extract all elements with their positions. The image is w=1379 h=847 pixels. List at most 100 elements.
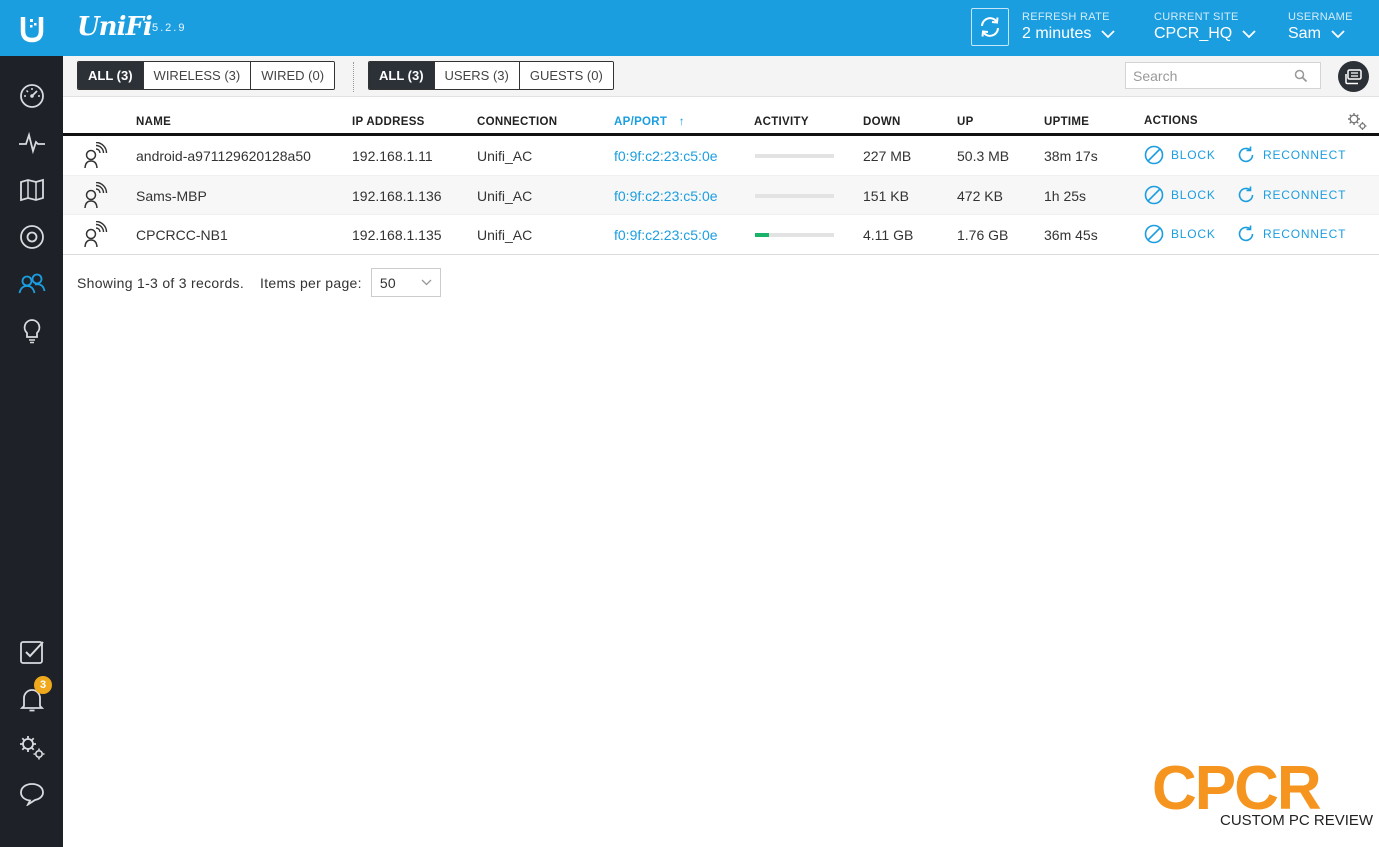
reconnect-button[interactable]: RECONNECT [1236,185,1346,205]
search-icon[interactable] [1294,69,1308,83]
refresh-button[interactable] [971,8,1009,46]
filter-wireless[interactable]: WIRELESS (3) [143,62,252,89]
stack-icon [1344,68,1362,84]
reconnect-button[interactable]: RECONNECT [1236,145,1346,165]
refresh-rate-label: REFRESH RATE [1022,11,1110,23]
toggle-panel-button[interactable] [1338,61,1369,92]
column-uptime[interactable]: UPTIME [1044,116,1089,128]
column-name[interactable]: NAME [136,116,171,128]
sidebar-item-statistics[interactable] [16,127,48,159]
filter-wired[interactable]: WIRED (0) [251,62,335,89]
filter-all-users[interactable]: ALL (3) [369,62,435,89]
client-up: 1.76 GB [957,227,1009,243]
column-ap-port-label: AP/PORT [614,116,668,128]
filter-users[interactable]: USERS (3) [434,62,520,89]
column-actions: ACTIONS [1144,115,1198,127]
column-ap-port[interactable]: AP/PORT ↑ [614,116,685,128]
current-site-field[interactable]: CURRENT SITE CPCR_HQ [1154,11,1256,43]
table-header: NAME IP ADDRESS CONNECTION AP/PORT ↑ ACT… [63,97,1379,136]
table-row[interactable]: Sams-MBP 192.168.1.136 Unifi_AC f0:9f:c2… [63,175,1379,215]
sidebar-item-events[interactable] [16,636,48,668]
block-icon [1144,224,1164,244]
column-connection[interactable]: CONNECTION [477,116,557,128]
client-down: 151 KB [863,187,909,204]
current-site-label: CURRENT SITE [1154,11,1239,23]
client-connection: Unifi_AC [477,148,533,164]
records-summary: Showing 1-3 of 3 records. [77,274,245,291]
refresh-rate-field[interactable]: REFRESH RATE 2 minutes [1022,11,1116,43]
sidebar-item-settings[interactable] [16,731,48,763]
activity-fill [755,233,770,237]
column-settings-button[interactable] [1346,111,1368,136]
search-box [1125,62,1321,89]
sidebar-item-insights[interactable] [16,315,48,347]
current-site-value: CPCR_HQ [1154,25,1233,42]
client-name[interactable]: android-a971129620128a50 [136,148,311,164]
column-ip-address[interactable]: IP ADDRESS [352,116,425,128]
activity-bar [755,233,834,237]
version-label: 5.2.9 [152,22,187,34]
checkbox-icon [20,641,44,664]
wireless-client-icon [84,221,108,248]
sort-arrow-icon: ↑ [678,116,685,128]
brand-name: UniFi [77,12,153,42]
block-button[interactable]: BLOCK [1144,185,1216,205]
reconnect-icon [1238,146,1254,163]
table-row[interactable]: CPCRCC-NB1 192.168.1.135 Unifi_AC f0:9f:… [63,215,1379,255]
column-activity[interactable]: ACTIVITY [754,116,809,128]
sidebar-item-dashboard[interactable] [16,80,48,112]
chevron-down-icon [421,279,432,286]
username-field[interactable]: USERNAME Sam [1288,11,1353,43]
client-uptime: 38m 17s [1044,148,1098,164]
chat-bubble-icon [20,783,44,806]
pulse-icon [19,132,45,154]
current-site-dropdown[interactable]: CPCR_HQ [1154,25,1256,43]
block-label: BLOCK [1171,227,1216,241]
alerts-badge: 3 [34,676,52,694]
watermark-tagline: CUSTOM PC REVIEW [1218,812,1376,829]
sidebar-item-chat[interactable] [16,778,48,810]
filter-all-connections[interactable]: ALL (3) [78,62,144,89]
client-ip: 192.168.1.11 [352,148,433,164]
map-icon [20,178,44,202]
per-page-select[interactable]: 50 [370,268,441,297]
username-label: USERNAME [1288,11,1353,23]
sidebar-item-clients[interactable] [16,268,48,300]
block-icon [1144,185,1164,204]
search-input[interactable] [1126,67,1294,84]
column-up[interactable]: UP [957,116,974,128]
reconnect-icon [1238,225,1254,242]
sidebar-item-alerts[interactable]: 3 [16,676,52,716]
table-row[interactable]: android-a971129620128a50 192.168.1.11 Un… [63,136,1379,176]
reconnect-button[interactable]: RECONNECT [1236,224,1346,244]
block-button[interactable]: BLOCK [1144,224,1216,244]
block-label: BLOCK [1171,148,1216,162]
block-button[interactable]: BLOCK [1144,145,1216,165]
username-dropdown[interactable]: Sam [1288,25,1353,43]
filter-guests[interactable]: GUESTS (0) [519,62,613,89]
client-name[interactable]: Sams-MBP [136,188,207,204]
client-ap-port[interactable]: f0:9f:c2:23:c5:0e [614,148,718,164]
client-ap-port[interactable]: f0:9f:c2:23:c5:0e [614,227,718,243]
client-ap-port[interactable]: f0:9f:c2:23:c5:0e [614,188,718,204]
gears-icon [20,736,45,760]
per-page-label: Items per page: [260,274,362,291]
connection-type-filter: ALL (3) WIRELESS (3) WIRED (0) [77,61,336,90]
sidebar-item-devices[interactable] [16,221,48,253]
client-name[interactable]: CPCRCC-NB1 [136,227,228,243]
watermark-logo: CPCR CUSTOM PC REVIEW [1152,758,1376,829]
client-ip: 192.168.1.136 [352,187,442,204]
reconnect-label: RECONNECT [1263,148,1347,162]
refresh-rate-dropdown[interactable]: 2 minutes [1022,25,1116,43]
chevron-down-icon [1331,29,1345,38]
filter-divider [353,62,354,92]
sidebar-item-map[interactable] [16,174,48,206]
device-circle-icon [20,225,44,249]
username-value: Sam [1288,25,1321,42]
lightbulb-icon [23,319,41,344]
refresh-rate-value: 2 minutes [1022,25,1092,42]
ubiquiti-logo[interactable] [0,0,63,56]
column-down[interactable]: DOWN [863,116,901,128]
filter-bar: ALL (3) WIRELESS (3) WIRED (0) ALL (3) U… [63,56,1379,97]
client-uptime: 1h 25s [1044,187,1087,204]
